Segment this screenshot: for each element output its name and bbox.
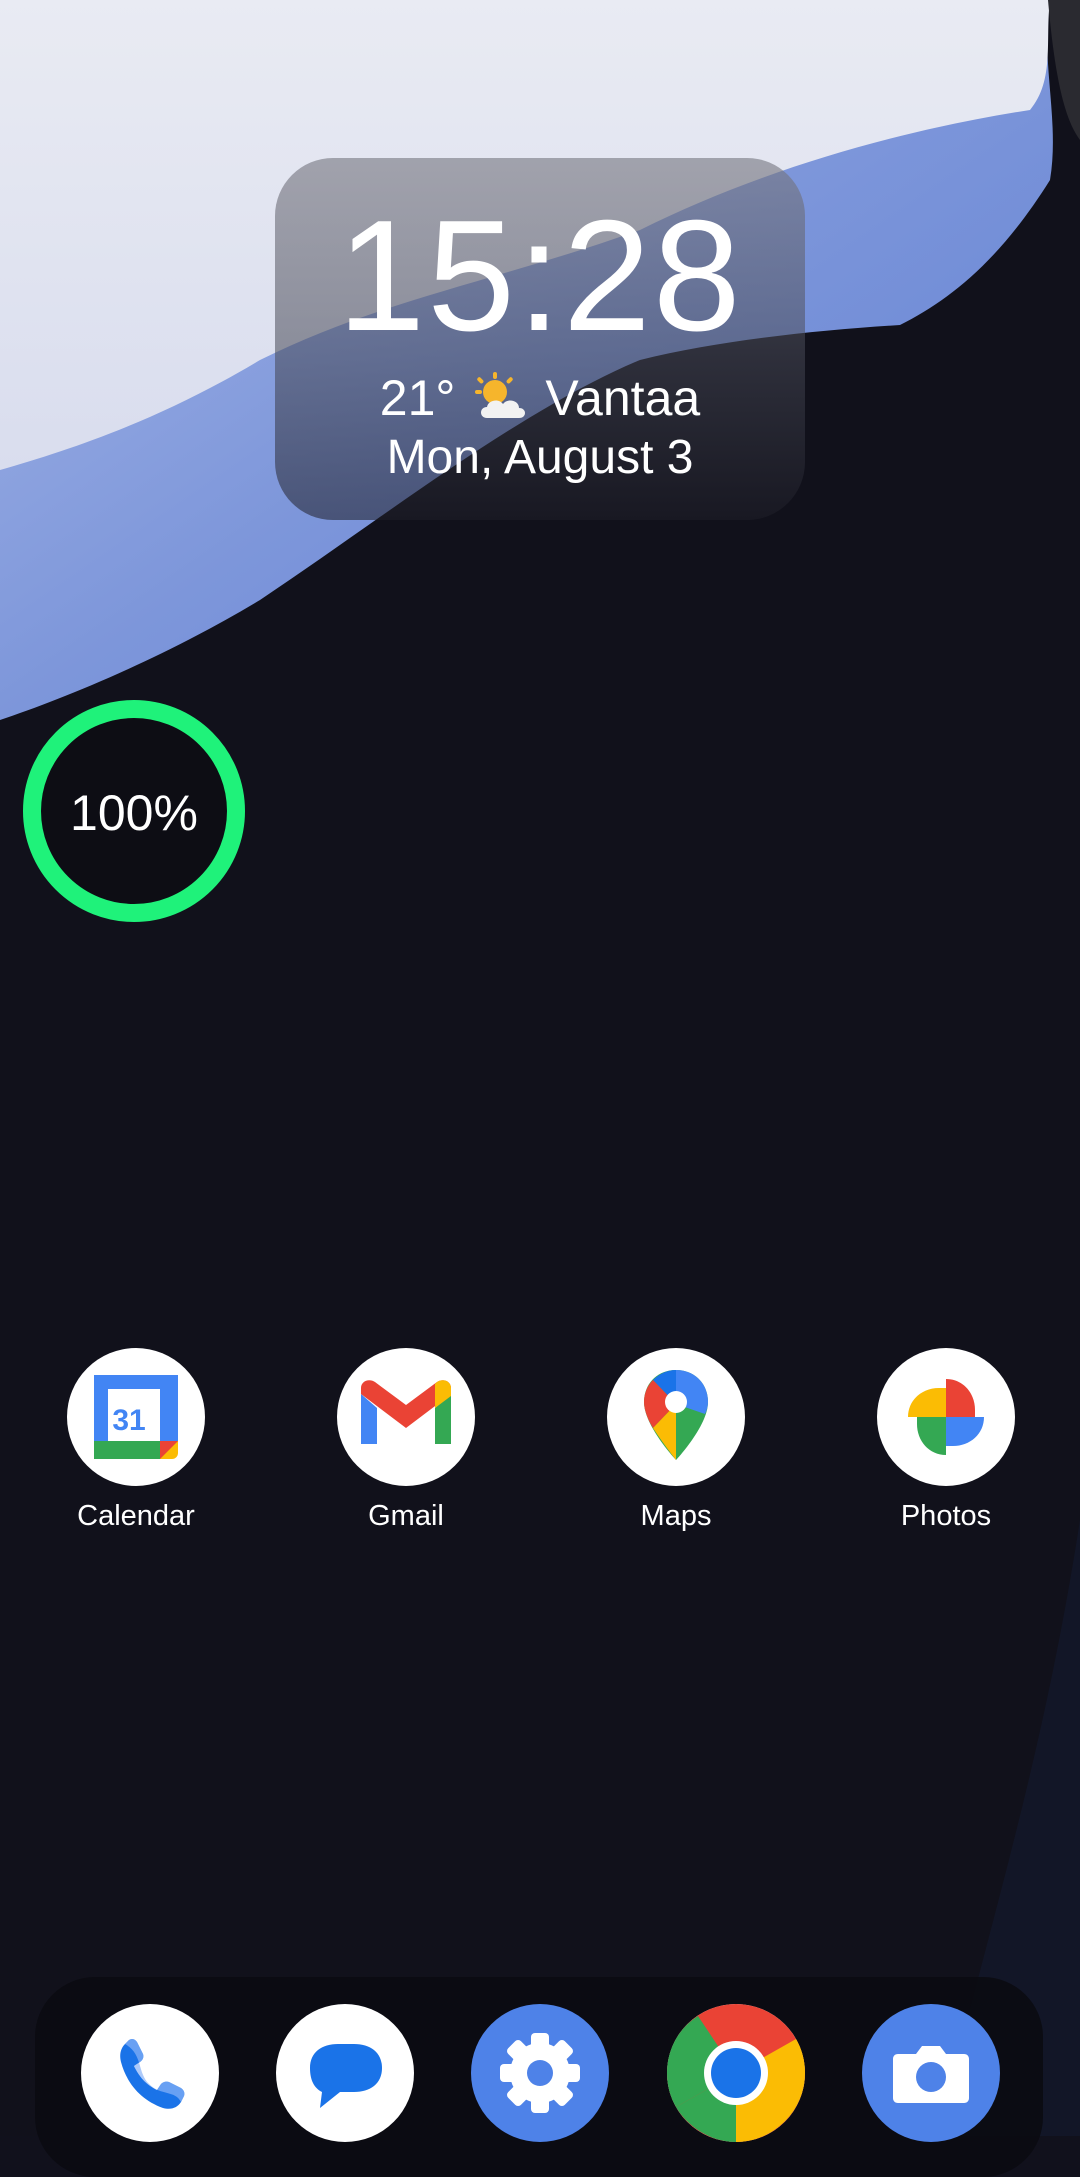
gmail-icon xyxy=(337,1348,475,1486)
messages-icon[interactable] xyxy=(276,2004,414,2142)
app-maps[interactable]: Maps xyxy=(576,1348,776,1536)
date: Mon, August 3 xyxy=(386,431,694,484)
photos-icon xyxy=(877,1348,1015,1486)
maps-icon xyxy=(607,1348,745,1486)
temperature: 21° xyxy=(379,370,456,426)
app-label-calendar: Calendar xyxy=(77,1500,195,1532)
chrome-icon[interactable] xyxy=(667,2004,805,2142)
battery-level: 100% xyxy=(70,785,198,841)
camera-icon[interactable] xyxy=(862,2004,1000,2142)
calendar-icon: 31 xyxy=(67,1348,205,1486)
clock-widget[interactable]: 15:28 21° Vantaa Mon, August 3 xyxy=(275,158,805,520)
app-photos[interactable]: Photos xyxy=(846,1348,1046,1536)
app-calendar[interactable]: 31 Calendar xyxy=(36,1348,236,1536)
weather-row[interactable]: 21° Vantaa xyxy=(275,370,805,426)
partly-sunny-icon xyxy=(475,372,526,418)
phone-icon[interactable] xyxy=(81,2004,219,2142)
app-label-gmail: Gmail xyxy=(368,1500,444,1532)
app-label-photos: Photos xyxy=(900,1500,992,1532)
battery-widget[interactable]: 100% xyxy=(20,697,248,925)
clock-time: 15:28 xyxy=(337,188,743,364)
app-label-maps: Maps xyxy=(640,1500,712,1532)
app-gmail[interactable]: Gmail xyxy=(306,1348,506,1536)
settings-icon[interactable] xyxy=(471,2004,609,2142)
city: Vantaa xyxy=(545,370,701,426)
svg-text:31: 31 xyxy=(112,1404,145,1437)
